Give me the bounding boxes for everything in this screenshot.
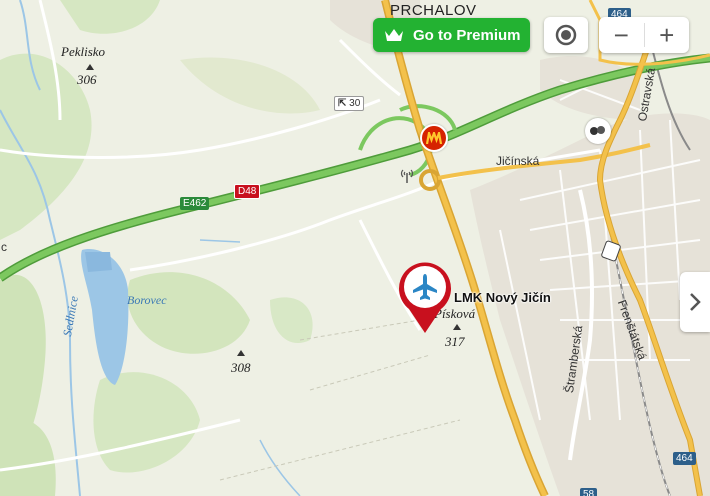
- zoom-out-button[interactable]: −: [599, 17, 644, 53]
- route-icon: ⇱: [338, 98, 347, 109]
- hill-elevation-317: 317: [445, 334, 465, 349]
- place-label-borovec: Borovec: [127, 293, 167, 307]
- hill-elevation-308: 308: [231, 360, 251, 375]
- shield-464-bottom: 464: [673, 452, 696, 465]
- airport-pin[interactable]: [397, 261, 453, 335]
- expand-panel-button[interactable]: [680, 272, 710, 332]
- hill-label-peklisko: Peklisko: [61, 44, 106, 59]
- chevron-right-icon: [690, 293, 701, 311]
- street-label-jicinska: Jičínská: [496, 154, 540, 168]
- shield-e462: E462: [180, 197, 210, 210]
- theatre-icon[interactable]: [585, 118, 611, 144]
- mcdonalds-icon[interactable]: [420, 124, 448, 152]
- zoom-in-button[interactable]: +: [645, 17, 690, 53]
- airport-label[interactable]: LMK Nový Jičín: [454, 290, 551, 305]
- locate-me-button[interactable]: [544, 17, 588, 53]
- go-to-premium-label: Go to Premium: [413, 26, 521, 44]
- go-to-premium-button[interactable]: Go to Premium: [373, 18, 530, 52]
- shield-r30: ⇱ 30: [334, 96, 365, 111]
- shield-d48: D48: [234, 184, 261, 199]
- edge-label-c: c: [1, 240, 7, 254]
- town-label-prchalov: PRCHALOV: [390, 2, 477, 19]
- antenna-icon: [398, 166, 416, 184]
- locate-icon: [555, 24, 577, 46]
- hill-elevation-peklisko: 306: [77, 72, 97, 87]
- airplane-icon: [413, 274, 437, 300]
- shield-r30-label: 30: [349, 98, 361, 109]
- zoom-controls: − +: [599, 17, 689, 53]
- crown-icon: [385, 29, 403, 41]
- map-canvas[interactable]: PRCHALOV Peklisko 306 Borovec Sedlnice 3…: [0, 0, 710, 496]
- shield-58: 58: [580, 488, 598, 496]
